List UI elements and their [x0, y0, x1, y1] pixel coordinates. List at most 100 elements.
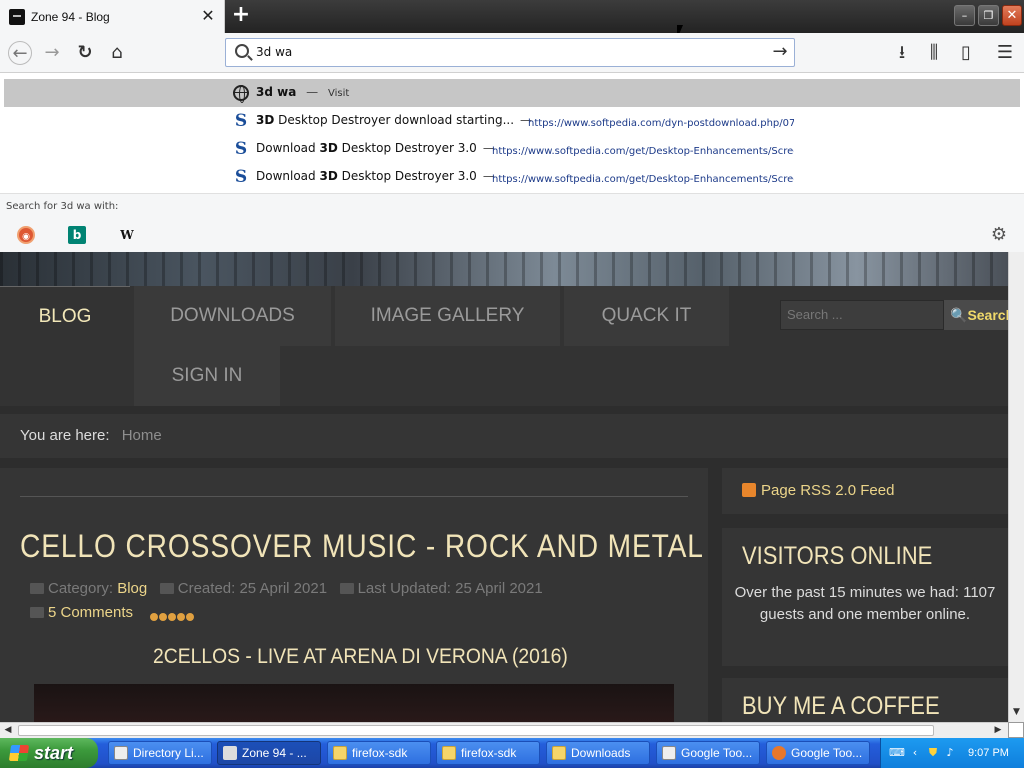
windows-logo-icon: [8, 745, 30, 761]
menu-item-image-gallery[interactable]: IMAGE GALLERY: [335, 286, 560, 346]
suggestion-title: Desktop Destroyer 3.0: [337, 141, 477, 155]
suggestion-match: 3D: [319, 169, 338, 183]
windows-taskbar: start Directory Li... Zone 94 - ... fire…: [0, 738, 1024, 768]
google-toolbar-icon: [662, 746, 676, 760]
article-title[interactable]: CELLO CROSSOVER MUSIC - ROCK AND METAL: [20, 528, 704, 565]
close-window-button[interactable]: ✕: [1002, 5, 1022, 26]
site-search-input[interactable]: Search ...: [780, 300, 944, 330]
comments-link[interactable]: 5 Comments: [48, 604, 133, 621]
taskbar-item[interactable]: Google Too...: [656, 741, 760, 765]
suggestion-query: 3d wa: [256, 85, 297, 99]
softpedia-icon: S: [234, 139, 248, 159]
breadcrumb: You are here: Home: [0, 414, 1008, 458]
visitors-title: VISITORS ONLINE: [742, 542, 933, 570]
new-tab-button[interactable]: +: [229, 4, 253, 28]
tab-zone94[interactable]: Zone 94 - Blog ✕: [0, 0, 225, 33]
menu-item-downloads[interactable]: DOWNLOADS: [134, 286, 331, 346]
folder-icon: [552, 746, 566, 760]
clock[interactable]: 9:07 PM: [968, 738, 1009, 768]
menu-item-quack-it[interactable]: QUACK IT: [564, 286, 729, 346]
back-button[interactable]: ←: [8, 41, 32, 65]
taskbar-item[interactable]: Google Too...: [766, 741, 870, 765]
globe-icon: [233, 85, 249, 103]
tab-title: Zone 94 - Blog: [31, 10, 110, 24]
suggestion-separator: —: [306, 85, 319, 99]
duckduckgo-engine-icon[interactable]: ◉: [17, 226, 35, 244]
menu-item-blog[interactable]: BLOG: [0, 286, 130, 346]
taskbar-item[interactable]: firefox-sdk: [436, 741, 540, 765]
suggestion-match: 3D: [256, 113, 275, 127]
suggestion-match: 3D: [319, 141, 338, 155]
coffee-title: BUY ME A COFFEE: [742, 692, 940, 720]
suggestion-action: Visit: [327, 88, 350, 99]
suggestion-history[interactable]: S Download 3D Desktop Destroyer 3.0— htt…: [4, 163, 1020, 191]
breadcrumb-home[interactable]: Home: [122, 427, 162, 444]
taskbar-item-label: firefox-sdk: [461, 746, 517, 760]
wikipedia-engine-icon[interactable]: W: [118, 226, 136, 244]
url-suggestions-dropdown: 3d wa — Visit S 3D Desktop Destroyer dow…: [0, 73, 1024, 252]
scroll-left-arrow-icon[interactable]: ◀: [0, 723, 16, 738]
suggestion-prefix: Download: [256, 169, 320, 183]
video-title: 2CELLOS - LIVE AT ARENA DI VERONA (2016): [153, 645, 568, 668]
folder-icon: [333, 746, 347, 760]
url-input[interactable]: [256, 39, 756, 66]
sidebar-toggle-button[interactable]: ▯: [954, 41, 978, 65]
taskbar-item-label: Google Too...: [681, 746, 753, 760]
forward-button[interactable]: →: [40, 41, 64, 65]
start-button[interactable]: start: [0, 738, 98, 768]
rss-icon: [742, 483, 756, 497]
firefox-icon: [772, 746, 786, 760]
suggestion-history[interactable]: S 3D Desktop Destroyer download starting…: [4, 107, 1020, 135]
go-arrow-icon[interactable]: →: [769, 41, 791, 63]
folder-icon: [442, 746, 456, 760]
suggestion-url: https://www.softpedia.com/get/Desktop-En…: [492, 146, 794, 157]
visitors-module: VISITORS ONLINE Over the past 15 minutes…: [722, 528, 1008, 666]
horizontal-scroll-thumb[interactable]: [18, 725, 934, 736]
minimize-button[interactable]: –: [954, 5, 975, 26]
horizontal-scrollbar[interactable]: ◀ ▶: [0, 722, 1008, 738]
home-button[interactable]: ⌂: [105, 41, 129, 65]
article-meta: Category: Blog Created: 25 April 2021 La…: [30, 580, 543, 597]
taskbar-item-label: Downloads: [571, 746, 631, 760]
scroll-right-arrow-icon[interactable]: ▶: [990, 723, 1006, 738]
keyboard-icon[interactable]: ⌨: [889, 746, 905, 760]
comment-icon: [30, 607, 44, 618]
volume-icon[interactable]: ♪: [943, 746, 957, 760]
updated-date: Last Updated: 25 April 2021: [357, 580, 543, 597]
taskbar-item[interactable]: firefox-sdk: [327, 741, 431, 765]
comments-meta: 5 Comments: [30, 604, 133, 621]
softpedia-icon: S: [234, 167, 248, 187]
library-button[interactable]: ⫼: [922, 41, 946, 65]
suggestion-history[interactable]: S Download 3D Desktop Destroyer 3.0— htt…: [4, 135, 1020, 163]
system-tray: ⌨ ‹ ⛊ ♪ 9:07 PM: [880, 738, 1024, 768]
site-search-button[interactable]: 🔍Search: [944, 300, 1008, 330]
shield-icon[interactable]: ⛊: [926, 746, 940, 760]
downloads-button[interactable]: ⭳: [890, 41, 914, 65]
rss-feed-link[interactable]: Page RSS 2.0 Feed: [722, 468, 1008, 514]
category-link[interactable]: Blog: [117, 580, 147, 597]
scroll-down-arrow-icon[interactable]: ▼: [1009, 704, 1024, 720]
close-tab-icon[interactable]: ✕: [199, 7, 217, 25]
taskbar-item-label: Google Too...: [791, 746, 863, 760]
reload-button[interactable]: ↻: [73, 41, 97, 65]
url-bar[interactable]: →: [225, 38, 795, 67]
rating-stars[interactable]: [150, 610, 195, 624]
suggestion-visit[interactable]: 3d wa — Visit: [4, 79, 1020, 107]
taskbar-item[interactable]: Zone 94 - ...: [217, 741, 321, 765]
video-player[interactable]: [34, 684, 674, 722]
window-icon: [114, 746, 128, 760]
hamburger-menu-button[interactable]: ☰: [993, 41, 1017, 65]
maximize-button[interactable]: ❐: [978, 5, 999, 26]
bing-engine-icon[interactable]: b: [68, 226, 86, 244]
taskbar-item[interactable]: Downloads: [546, 741, 650, 765]
calendar-icon: [159, 583, 174, 594]
menu-item-sign-in[interactable]: SIGN IN: [134, 346, 280, 406]
chevron-left-icon[interactable]: ‹: [908, 746, 922, 760]
scrollbar-corner: [1008, 722, 1024, 738]
search-icon: 🔍: [950, 307, 968, 323]
visitors-text: Over the past 15 minutes we had: 1107 gu…: [734, 584, 996, 623]
taskbar-item[interactable]: Directory Li...: [108, 741, 212, 765]
gear-icon[interactable]: ⚙: [989, 225, 1009, 245]
suggestion-title: Desktop Destroyer 3.0: [337, 169, 477, 183]
vertical-scrollbar[interactable]: ▼: [1008, 252, 1024, 722]
